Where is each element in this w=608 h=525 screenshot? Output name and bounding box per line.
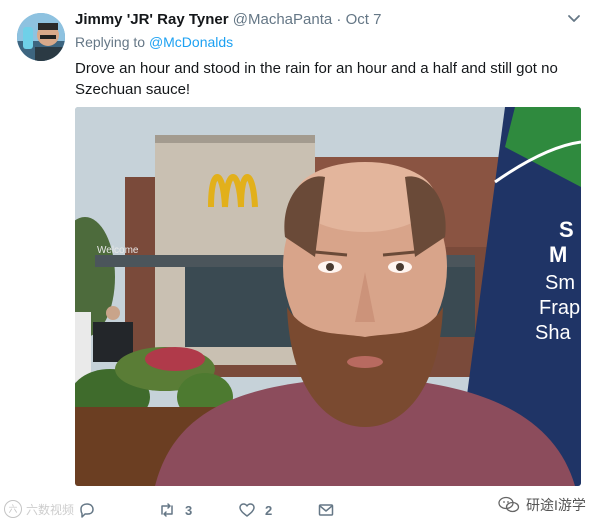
tweet-text: Drove an hour and stood in the rain for … xyxy=(75,60,558,98)
envelope-icon xyxy=(318,504,334,516)
welcome-sign: Welcome xyxy=(97,245,139,256)
watermark-left: 六 六数视频 xyxy=(4,500,74,518)
banner-line-1: S xyxy=(559,217,574,242)
watermark-logo: 六 xyxy=(4,500,22,518)
wechat-icon xyxy=(498,496,520,513)
replying-to: Replying to @McDonalds xyxy=(75,34,233,50)
tweet-date[interactable]: Oct 7 xyxy=(346,11,382,28)
reply-icon xyxy=(80,503,94,518)
watermark-right-text: 研途I游学 xyxy=(526,497,586,513)
watermark-right: 研途I游学 xyxy=(498,495,586,515)
banner-line-4: Frap xyxy=(539,297,580,319)
replying-to-label: Replying to xyxy=(75,34,146,50)
tweet-header: Jimmy 'JR' Ray Tyner @MachaPanta · Oct 7 xyxy=(75,10,381,29)
heart-icon xyxy=(239,503,255,517)
replying-to-link[interactable]: @McDonalds xyxy=(149,34,233,50)
banner-line-2: M xyxy=(549,242,567,267)
tweet-card: Jimmy 'JR' Ray Tyner @MachaPanta · Oct 7… xyxy=(0,0,608,525)
banner-line-5: Sha xyxy=(535,322,571,344)
watermark-left-text: 六数视频 xyxy=(26,502,75,517)
dm-button[interactable] xyxy=(317,496,335,524)
avatar[interactable] xyxy=(17,13,65,61)
author-handle[interactable]: @MachaPanta xyxy=(233,11,332,28)
retweet-count: 3 xyxy=(185,502,193,518)
selfie-image: Welcome S M Sm Frap Sha xyxy=(75,107,581,486)
like-count: 2 xyxy=(265,502,273,518)
retweet-icon xyxy=(161,503,173,517)
chevron-down-icon[interactable] xyxy=(566,11,582,27)
tweet-photo[interactable]: Welcome S M Sm Frap Sha xyxy=(75,107,581,486)
avatar-image xyxy=(17,13,65,61)
banner-line-3: Sm xyxy=(545,272,575,294)
retweet-button[interactable]: 3 xyxy=(158,496,192,524)
like-button[interactable]: 2 xyxy=(238,496,272,524)
separator-dot: · xyxy=(336,11,342,28)
reply-button[interactable] xyxy=(78,496,105,524)
author-name[interactable]: Jimmy 'JR' Ray Tyner xyxy=(75,11,229,28)
